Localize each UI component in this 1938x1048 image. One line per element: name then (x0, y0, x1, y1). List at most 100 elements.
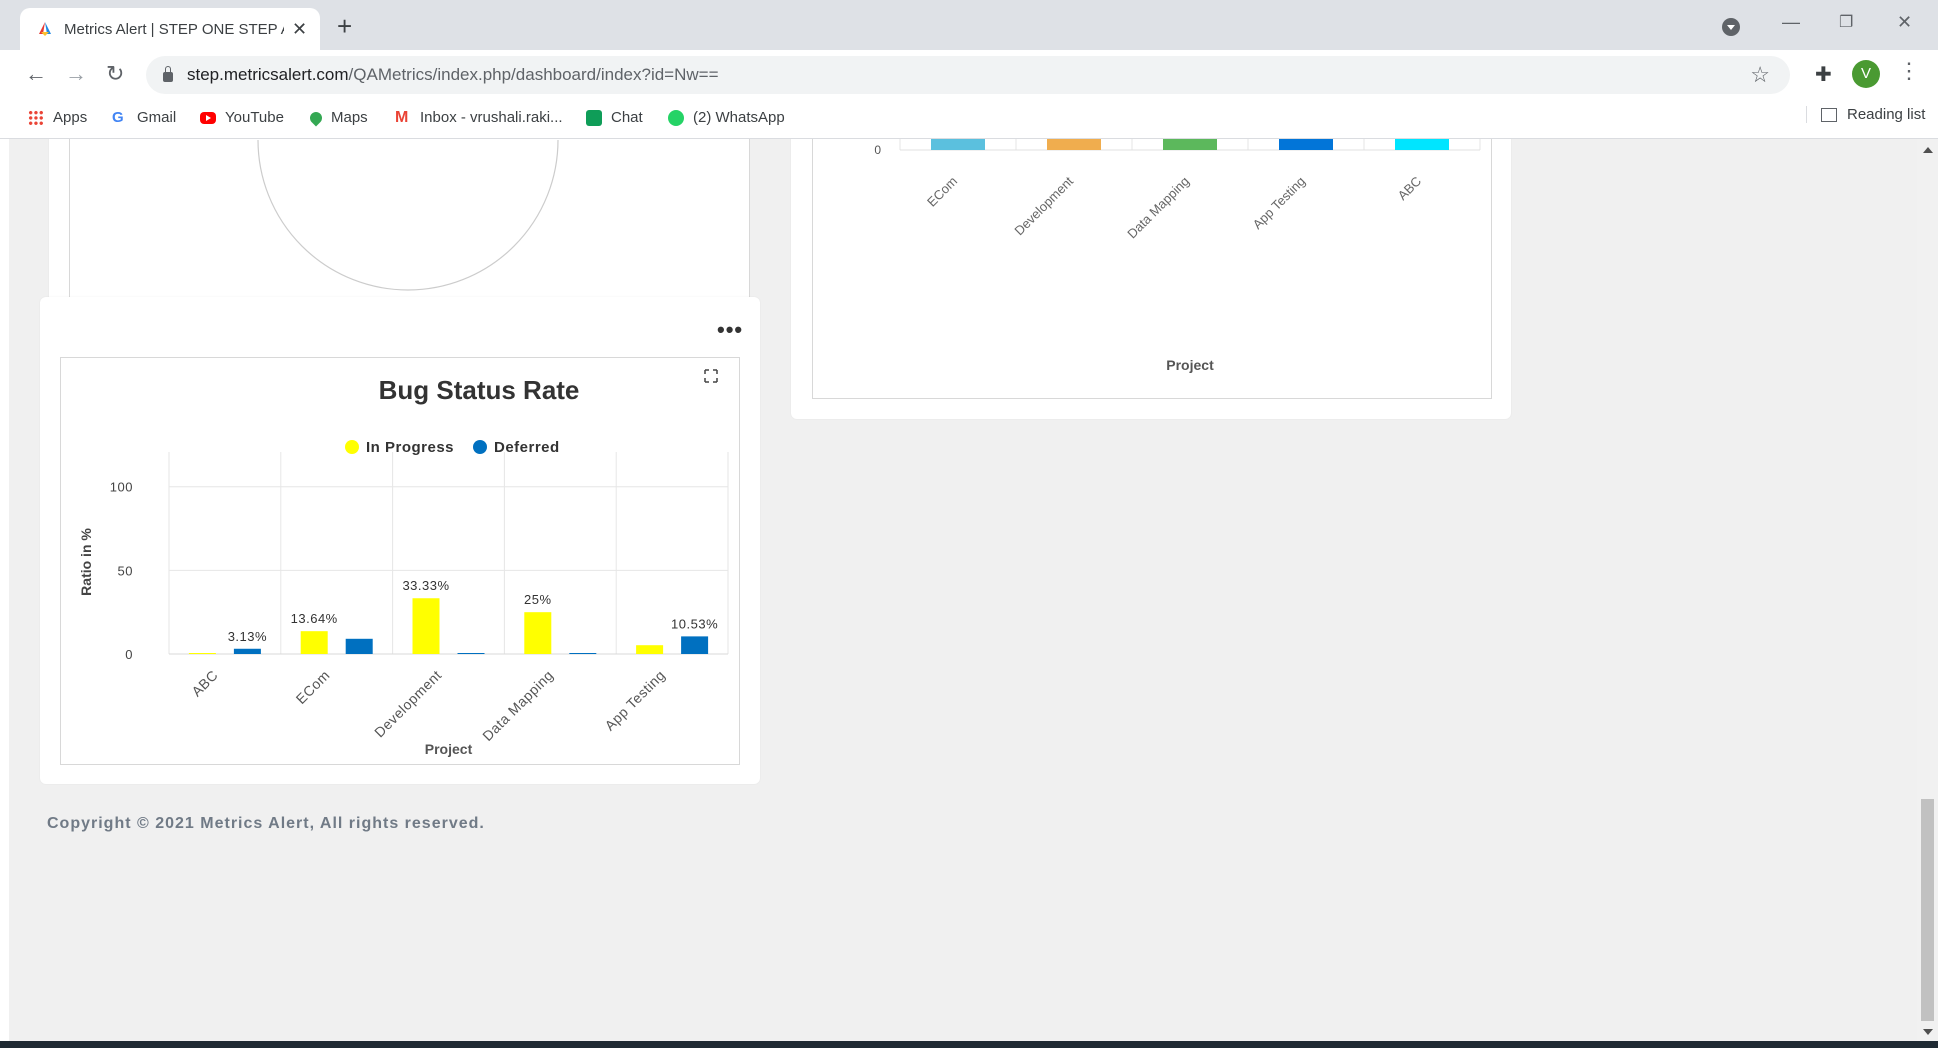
bookmark-label: Gmail (137, 109, 177, 126)
project-bar (931, 139, 985, 150)
status-bar[interactable] (412, 598, 440, 654)
expand-icon-path (704, 369, 718, 383)
status-bar[interactable] (524, 612, 552, 654)
browser-tab-strip: Metrics Alert | STEP ONE STEP AH ✕ + — ❐… (0, 0, 1938, 50)
back-arrow-icon[interactable]: ← (25, 62, 47, 86)
extensions-puzzle-icon[interactable]: ✚ (1815, 62, 1832, 87)
y-tick-label: 0 (874, 143, 881, 157)
legend-label: In Progress (366, 439, 454, 456)
status-bar[interactable] (300, 631, 328, 654)
project-bar-chart-card: 0 ECom Development Data Mapping App Testing A… (791, 139, 1511, 419)
bug-status-chart-frame: Bug Status Rate In Progress Deferred 100 50 0… (60, 357, 740, 765)
status-bar[interactable] (457, 653, 485, 654)
google-icon: G (112, 108, 124, 126)
bookmark-maps[interactable]: Maps (307, 109, 368, 126)
bookmark-chat[interactable]: Chat (586, 109, 643, 126)
site-favicon-icon (39, 22, 51, 36)
browser-menu-icon[interactable]: ⋮ (1898, 58, 1920, 84)
bug-status-chart-svg: Bug Status Rate In Progress Deferred 100 50 0… (78, 369, 729, 757)
x-tick-label: ECom (293, 667, 333, 707)
youtube-icon (200, 111, 216, 124)
bookmark-youtube[interactable]: YouTube (200, 109, 284, 126)
bookmark-star-icon[interactable]: ☆ (1750, 62, 1770, 88)
reading-list-button[interactable]: Reading list (1806, 106, 1925, 123)
page-left-edge (0, 139, 9, 1048)
bookmark-label: Apps (53, 109, 88, 126)
address-bar[interactable]: step.metricsalert.com/QAMetrics/index.ph… (146, 56, 1790, 94)
project-bar (1163, 139, 1217, 150)
bar-data-label: 10.53% (671, 616, 718, 631)
lock-icon (163, 66, 173, 82)
bookmark-gmail[interactable]: G Gmail (112, 109, 176, 126)
legend-marker (345, 440, 359, 454)
chat-icon (586, 109, 602, 126)
x-tick-label: App Testing (1250, 174, 1308, 232)
tab-close-icon[interactable]: ✕ (292, 19, 307, 40)
bookmark-label: YouTube (225, 109, 284, 126)
project-bar (1279, 139, 1333, 150)
tab-search-icon[interactable] (1722, 18, 1740, 36)
window-close-button[interactable]: ✕ (1897, 12, 1912, 33)
bookmark-apps[interactable]: Apps (28, 109, 87, 126)
reading-list-label: Reading list (1847, 106, 1926, 123)
status-bar[interactable] (188, 653, 216, 654)
y-axis-title: Ratio in % (78, 528, 94, 596)
bug-status-card: ••• Bug Status Rate In Progress Deferred 10… (40, 297, 760, 784)
bar-data-label: 13.64% (291, 611, 338, 626)
x-tick-label: Development (1011, 173, 1076, 238)
apps-grid-icon (28, 109, 44, 126)
page-scrollbar[interactable] (1917, 139, 1938, 1041)
url-path: /QAMetrics/index.php/dashboard/index?id=… (348, 65, 719, 84)
x-axis-title: Project (1166, 357, 1214, 373)
os-taskbar (0, 1041, 1938, 1048)
x-tick-label: Data Mapping (1124, 174, 1192, 242)
bar-data-label: 33.33% (402, 578, 449, 593)
scrollbar-thumb[interactable] (1921, 799, 1934, 1021)
x-tick-label: ABC (1395, 174, 1425, 204)
legend-marker (473, 440, 487, 454)
legend-label: Deferred (494, 439, 560, 456)
bookmark-whatsapp[interactable]: (2) WhatsApp (668, 109, 785, 126)
bar-data-label: 3.13% (228, 629, 267, 644)
bookmark-label: Inbox - vrushali.raki... (420, 109, 563, 126)
x-tick-label: App Testing (601, 667, 668, 734)
x-tick-label: Development (371, 667, 445, 741)
whatsapp-icon (668, 109, 684, 126)
gmail-icon: M (395, 108, 409, 126)
x-tick-label: ECom (924, 174, 960, 210)
legend-item[interactable]: Deferred (473, 439, 560, 456)
scroll-up-arrow-icon[interactable] (1923, 147, 1933, 153)
chart-title: Bug Status Rate (379, 375, 580, 405)
reading-list-icon (1821, 107, 1837, 122)
reload-icon[interactable]: ↻ (106, 62, 124, 86)
legend-item[interactable]: In Progress (345, 439, 454, 456)
x-tick-label: ABC (188, 667, 221, 700)
status-bar[interactable] (345, 638, 373, 654)
status-bar[interactable] (681, 636, 709, 654)
expand-icon[interactable] (704, 369, 718, 383)
x-tick-label: Data Mapping (479, 667, 556, 744)
project-bar (1047, 139, 1101, 150)
project-chart-frame: 0 ECom Development Data Mapping App Testing A… (812, 139, 1492, 399)
maps-pin-icon (307, 109, 325, 126)
status-bar[interactable] (233, 648, 261, 654)
tab-title: Metrics Alert | STEP ONE STEP AH (64, 20, 284, 38)
bar-data-label: 25% (524, 592, 552, 607)
y-tick-label: 0 (125, 647, 133, 662)
minimize-button[interactable]: — (1782, 12, 1800, 33)
bookmark-label: (2) WhatsApp (693, 109, 785, 126)
restore-button[interactable]: ❐ (1839, 12, 1853, 32)
card-menu-button[interactable]: ••• (717, 319, 743, 341)
status-bar[interactable] (636, 645, 664, 654)
bookmark-inbox[interactable]: M Inbox - vrushali.raki... (395, 109, 563, 126)
forward-arrow-icon[interactable]: → (65, 62, 87, 86)
footer-copyright: Copyright © 2021 Metrics Alert, All righ… (47, 815, 485, 832)
profile-avatar[interactable]: V (1852, 60, 1880, 88)
status-bar[interactable] (569, 653, 597, 654)
y-tick-label: 100 (110, 480, 133, 495)
scroll-down-arrow-icon[interactable] (1923, 1029, 1933, 1035)
dashboard-page: 0 ECom Development Data Mapping App Testing A… (9, 139, 1917, 1041)
new-tab-button[interactable]: + (337, 13, 352, 39)
y-tick-label: 50 (118, 563, 133, 578)
browser-tab[interactable]: Metrics Alert | STEP ONE STEP AH ✕ (20, 8, 320, 50)
